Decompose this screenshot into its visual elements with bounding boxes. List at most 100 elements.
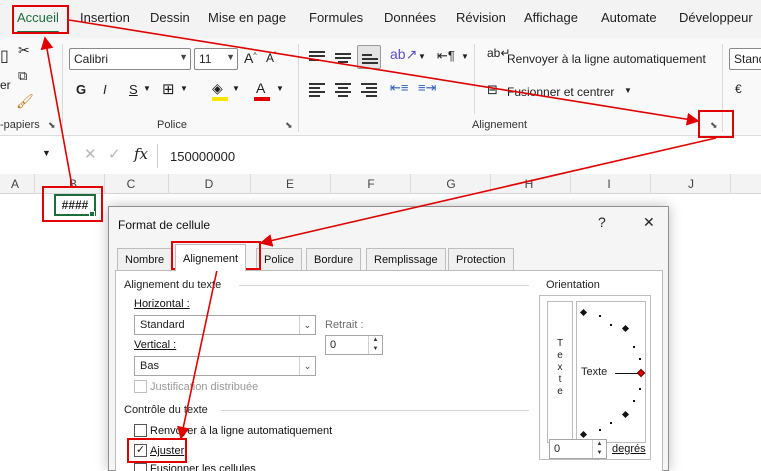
formula-input[interactable]: 150000000 [157,144,761,168]
paste-icon[interactable]: ▯ [0,46,9,66]
font-launcher-icon[interactable]: ⬊ [285,120,295,130]
chevron-down-icon[interactable]: ▼ [418,52,426,61]
merge-cells-checkbox[interactable] [134,463,147,471]
vertical-value: Bas [140,360,159,372]
tab-protection[interactable]: Protection [448,248,514,270]
column-header-a[interactable]: A [10,177,20,191]
highlight-alignment-launcher [698,110,734,138]
orientation-heading: Orientation [546,279,600,291]
font-color-icon[interactable]: A [256,80,265,96]
tab-formules[interactable]: Formules [309,10,363,25]
justify-distributed-checkbox[interactable] [134,380,147,393]
cut-icon[interactable]: ✂ [18,42,30,59]
spinner-arrows-icon: ▲ ▼ [592,440,606,458]
vertical-select[interactable]: Bas ⌄ [134,356,316,376]
column-header-h[interactable]: H [524,177,534,191]
merge-cells-label: Fusionner les cellules [150,463,256,471]
font-group-label: Police [157,119,187,131]
column-header-f[interactable]: F [366,177,376,191]
paste-label: er [0,78,11,92]
decrease-indent-icon[interactable]: ⇤≡ [390,80,408,96]
cancel-icon[interactable]: ✕ [84,145,97,163]
tab-remplissage[interactable]: Remplissage [366,248,446,270]
text-alignment-heading: Alignement du texte [124,279,222,291]
column-header-e[interactable]: E [285,177,295,191]
tab-nombre[interactable]: Nombre [117,248,173,270]
wrap-text-button[interactable]: Renvoyer à la ligne automatiquement [507,52,706,66]
dial-needle [615,373,639,374]
chevron-down-icon[interactable]: ▼ [42,148,51,158]
orientation-icon[interactable]: ab↗ [390,46,417,63]
justify-distributed-label: Justification distribuée [150,381,259,393]
indent-spinner[interactable]: 0 ▲ ▼ [325,335,383,355]
tab-developpeur[interactable]: Développeur [679,10,753,25]
function-icon[interactable]: fx [134,145,148,163]
check-icon[interactable]: ✓ [108,145,121,163]
tab-revision[interactable]: Révision [456,10,506,25]
underline-button[interactable]: S [129,82,138,97]
tab-bordure[interactable]: Bordure [306,248,362,270]
number-format-combo[interactable]: Stand [729,48,761,70]
dial-tick [610,324,612,326]
section-divider [239,285,529,286]
tab-mise-en-page[interactable]: Mise en page [208,10,286,25]
font-name-combo[interactable]: Calibri ▼ [69,48,191,70]
highlight-accueil-tab [12,5,69,34]
vertical-text-letter: t [558,374,562,385]
chevron-down-icon[interactable]: ▼ [143,84,151,93]
decrease-font-icon[interactable]: Aˇ [266,51,276,65]
tab-affichage[interactable]: Affichage [524,10,578,25]
align-center-icon[interactable] [335,82,351,97]
copy-icon[interactable]: ⧉ [18,68,27,84]
fill-color-icon[interactable]: ◈ [212,80,223,97]
chevron-down-icon[interactable]: ▼ [180,84,188,93]
chevron-down-icon[interactable]: ▼ [232,84,240,93]
rtl-icon[interactable]: ⇤¶ [437,48,455,64]
align-middle-icon[interactable] [335,50,351,64]
merge-center-button[interactable]: Fusionner et centrer [507,85,614,99]
tab-police[interactable]: Police [256,248,302,270]
close-button[interactable]: ✕ [643,214,655,231]
degrees-value: 0 [554,443,561,455]
bold-button[interactable]: G [76,82,86,97]
increase-font-icon[interactable]: A^ [244,50,257,66]
chevron-down-icon[interactable]: ▼ [276,84,284,93]
column-separator [330,174,331,194]
increase-indent-icon[interactable]: ≡⇥ [418,80,436,96]
align-top-icon[interactable] [309,50,325,64]
dial-marker-icon [621,410,630,419]
help-button[interactable]: ? [598,214,606,230]
tab-insertion[interactable]: Insertion [80,10,130,25]
tab-alignement[interactable]: Alignement [175,244,247,271]
tab-dessin[interactable]: Dessin [150,10,190,25]
vertical-text-toggle[interactable]: T e x t e [547,301,573,443]
tab-donnees[interactable]: Données [384,10,436,25]
chevron-down-icon[interactable]: ▼ [624,86,632,95]
align-right-icon[interactable] [361,82,377,97]
horizontal-select[interactable]: Standard ⌄ [134,315,316,335]
column-header-i[interactable]: I [604,177,614,191]
align-left-icon[interactable] [309,82,325,97]
dial-handle-icon[interactable] [636,368,646,378]
font-size-combo[interactable]: 11 ▼ [194,48,238,70]
italic-button[interactable]: I [103,82,107,97]
dial-marker-icon [579,430,588,439]
degrees-spinner[interactable]: 0 ▲ ▼ [549,439,607,459]
font-size-value: 11 [199,52,212,66]
column-header-j[interactable]: J [686,177,696,191]
clipboard-launcher-icon[interactable]: ⬊ [48,120,58,130]
currency-icon[interactable]: € [735,82,742,96]
wrap-text-checkbox[interactable] [134,424,147,437]
vertical-text-letter: x [557,362,563,373]
tab-automate[interactable]: Automate [601,10,657,25]
column-header-d[interactable]: D [204,177,214,191]
menu-bar: Accueil Insertion Dessin Mise en page Fo… [0,0,761,38]
format-painter-icon[interactable]: 🖌 [16,93,34,110]
column-header-g[interactable]: G [446,177,456,191]
align-bottom-button[interactable] [357,45,381,69]
orientation-dial[interactable]: Texte [576,301,646,443]
merge-center-icon[interactable]: ⊟ [487,82,498,98]
column-header-c[interactable]: C [126,177,136,191]
chevron-down-icon[interactable]: ▼ [461,52,469,61]
borders-icon[interactable]: ⊞ [162,80,175,98]
